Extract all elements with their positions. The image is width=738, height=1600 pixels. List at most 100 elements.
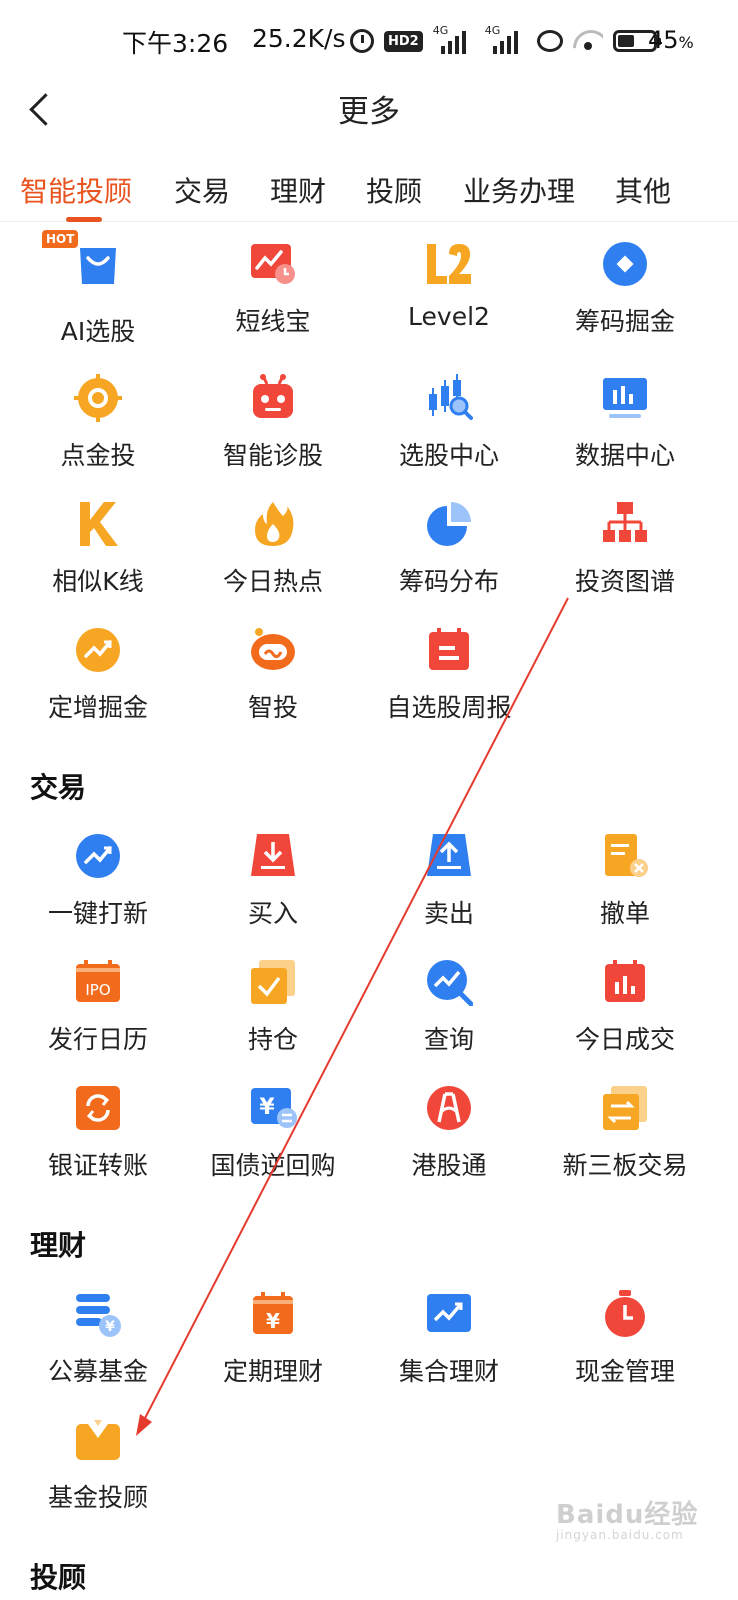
grid-item-label: 新三板交易 <box>562 1151 688 1180</box>
status-icons: HD2 4G 4G <box>350 24 661 56</box>
grid-item-hk-connect[interactable]: 港股通 <box>355 1084 535 1204</box>
grid-item-neeq-trade[interactable]: 新三板交易 <box>531 1084 711 1204</box>
target-icon <box>74 374 122 422</box>
grid-item-public-fund[interactable]: ¥ 公募基金 <box>4 1290 184 1410</box>
grid-item-label: 定增掘金 <box>47 693 148 722</box>
trend-board-icon <box>427 1294 471 1332</box>
tab-business[interactable]: 业务办理 <box>463 170 575 210</box>
upload-tray-icon <box>427 834 471 876</box>
grid-item-fixed-term[interactable]: ¥ 定期理财 <box>179 1290 359 1410</box>
grid-item-label: 现金管理 <box>574 1357 675 1386</box>
grid-item-label: 一键打新 <box>47 899 148 928</box>
grid-item-stock-center[interactable]: 选股中心 <box>355 374 535 494</box>
grid-item-issue-calendar[interactable]: IPO 发行日历 <box>4 958 184 1078</box>
grid-item-label: 持仓 <box>247 1025 298 1054</box>
grid-item-holdings[interactable]: 持仓 <box>179 958 359 1078</box>
yen-exchange-icon: ¥ <box>251 1088 297 1128</box>
search-trend-icon <box>427 960 473 1006</box>
trend-circle-icon <box>76 628 120 672</box>
grid-item-chip-dig[interactable]: 筹码掘金 <box>531 240 711 360</box>
grid-item-short-line[interactable]: 短线宝 <box>179 240 359 360</box>
l2-icon <box>427 244 471 284</box>
grid-item-cancel-order[interactable]: 撤单 <box>531 832 711 952</box>
status-net-speed: 25.2K/s <box>252 24 346 53</box>
transfer-doc-icon <box>603 1086 647 1130</box>
grid-item-buy[interactable]: 买入 <box>179 832 359 952</box>
grid-item-gold-invest[interactable]: 点金投 <box>4 374 184 494</box>
grid-item-label: 选股中心 <box>398 441 499 470</box>
grid-item-label: 银证转账 <box>47 1151 148 1180</box>
svg-text:¥: ¥ <box>266 1309 280 1333</box>
grid-item-chip-distribution[interactable]: 筹码分布 <box>355 500 535 620</box>
grid-item-label: 筹码掘金 <box>574 307 675 336</box>
grid-item-reverse-repo[interactable]: ¥ 国债逆回购 <box>179 1084 359 1204</box>
grid-item-label: 筹码分布 <box>398 567 499 596</box>
svg-text:¥: ¥ <box>259 1095 275 1120</box>
tab-smart-advisor[interactable]: 智能投顾 <box>20 170 132 210</box>
grid-item-label: 撤单 <box>599 899 650 928</box>
grid-item-level2[interactable]: Level2 <box>355 240 535 360</box>
tab-advisor[interactable]: 投顾 <box>366 170 422 210</box>
grid-item-label: 卖出 <box>423 899 474 928</box>
grid-item-hot-today[interactable]: 今日热点 <box>179 500 359 620</box>
grid-item-label: 发行日历 <box>47 1025 148 1054</box>
grid-item-label: AI选股 <box>60 317 136 346</box>
grid-item-bank-transfer[interactable]: 银证转账 <box>4 1084 184 1204</box>
grid-item-smart-invest[interactable]: 智投 <box>179 626 359 746</box>
pie-chart-icon <box>427 502 471 546</box>
tab-finance[interactable]: 理财 <box>270 170 326 210</box>
header: 更多 <box>0 80 738 140</box>
robot-face-icon <box>251 628 295 670</box>
grid-item-label: 智能诊股 <box>222 441 323 470</box>
grid-item-label: 基金投顾 <box>47 1483 148 1512</box>
grid-item-label: 买入 <box>247 899 298 928</box>
trend-circle-icon <box>76 834 120 878</box>
grid-item-label: 今日成交 <box>574 1025 675 1054</box>
svg-text:¥: ¥ <box>105 1319 115 1335</box>
grid-item-one-click-ipo[interactable]: 一键打新 <box>4 832 184 952</box>
hd-voice-icon: HD2 <box>384 30 423 52</box>
stopwatch-icon <box>605 1290 645 1337</box>
grid-item-placement-dig[interactable]: 定增掘金 <box>4 626 184 746</box>
grid-item-fund-advisor[interactable]: 基金投顾 <box>4 1416 184 1536</box>
grid-item-ai-stock[interactable]: HOT AI选股 <box>4 230 184 360</box>
section-title-finance: 理财 <box>30 1229 87 1262</box>
grid-item-collective-finance[interactable]: 集合理财 <box>355 1290 535 1410</box>
grid-item-label: 港股通 <box>411 1151 487 1180</box>
battery-percent: 45% <box>648 26 694 54</box>
tab-trade[interactable]: 交易 <box>174 170 230 210</box>
link-icon <box>536 30 563 52</box>
grid-item-sell[interactable]: 卖出 <box>355 832 535 952</box>
page-title: 更多 <box>338 94 400 130</box>
grid-item-label: 数据中心 <box>574 441 675 470</box>
grid-item-invest-graph[interactable]: 投资图谱 <box>531 500 711 620</box>
grid-item-today-deals[interactable]: 今日成交 <box>531 958 711 1078</box>
grid-item-label: 智投 <box>247 693 298 722</box>
baidu-watermark: Baidu经验 jingyan.baidu.com <box>556 1500 699 1542</box>
diamond-icon <box>603 242 647 286</box>
wifi-icon <box>573 30 603 52</box>
coin-stack-icon: ¥ <box>76 1294 121 1337</box>
ipo-calendar-icon: IPO <box>76 960 120 1002</box>
grid-item-smart-diagnosis[interactable]: 智能诊股 <box>179 374 359 494</box>
hot-badge: HOT <box>42 230 79 248</box>
tab-other[interactable]: 其他 <box>615 170 671 210</box>
svg-text:IPO: IPO <box>85 981 110 999</box>
grid-item-label: 短线宝 <box>235 307 311 336</box>
shopping-bag-icon <box>80 248 116 284</box>
org-chart-icon <box>603 502 647 542</box>
bridge-icon <box>427 1086 471 1130</box>
grid-item-data-center[interactable]: 数据中心 <box>531 374 711 494</box>
refresh-icon <box>76 1086 120 1130</box>
grid-item-similar-k[interactable]: 相似K线 <box>4 500 184 620</box>
grid-item-watchlist-weekly[interactable]: 自选股周报 <box>355 626 535 746</box>
robot-icon <box>253 374 293 418</box>
grid-item-query[interactable]: 查询 <box>355 958 535 1078</box>
calendar-icon <box>429 628 469 670</box>
monitor-chart-icon <box>603 378 647 418</box>
calendar-bars-icon <box>605 960 645 1002</box>
checkbox-stack-icon <box>251 960 295 1004</box>
status-bar: 下午3:26 25.2K/s HD2 4G 4G 45% <box>0 0 738 80</box>
grid-item-cash-management[interactable]: 现金管理 <box>531 1290 711 1410</box>
grid-item-label: 国债逆回购 <box>210 1151 336 1180</box>
